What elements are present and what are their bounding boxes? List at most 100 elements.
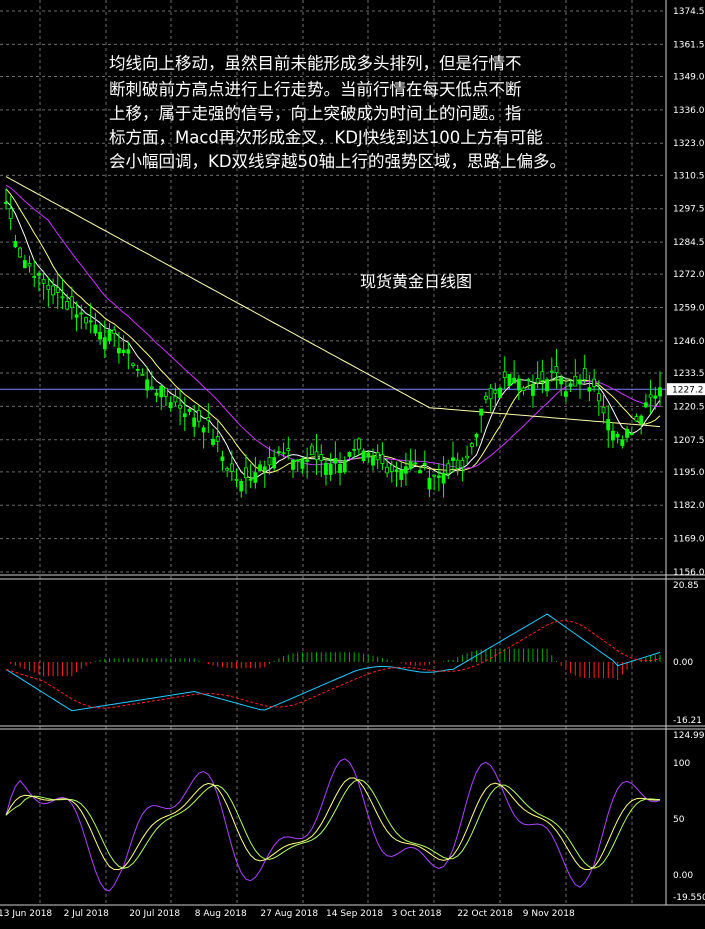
candle-body <box>512 377 517 384</box>
candle-body <box>545 379 549 392</box>
candle-body <box>389 464 394 472</box>
candle-body <box>413 462 418 465</box>
candle-body <box>248 478 253 481</box>
candle-body <box>225 468 230 471</box>
annotation-text: 均线向上移动，虽然目前未能形成多头排列，但是行情不 断刺破前方高点进行上行走势。… <box>109 54 566 171</box>
candle-body <box>286 448 291 452</box>
price-tick-label: 1297.5 <box>673 205 705 215</box>
candle-body <box>361 450 366 462</box>
candle-body <box>22 260 27 269</box>
candle-body <box>37 273 41 276</box>
candle-body <box>69 296 74 308</box>
candle-body <box>262 466 267 471</box>
candle-body <box>479 408 484 416</box>
candle-body <box>596 393 601 402</box>
annotation-line-1: 均线向上移动，虽然目前未能形成多头排列，但是行情不 <box>109 54 522 73</box>
candle-body <box>615 433 620 438</box>
candle-body <box>319 454 324 461</box>
price-tick-label: 1246.0 <box>673 337 705 347</box>
candle-body <box>192 417 197 427</box>
candle-body <box>568 383 573 387</box>
price-tick-label: 1233.5 <box>673 369 705 379</box>
date-tick-label: 13 Jun 2018 <box>0 909 52 919</box>
candle-body <box>314 451 319 461</box>
candle-body <box>446 463 451 475</box>
kdj-tick-label: -19.5509 <box>673 893 705 903</box>
candle-body <box>51 285 55 296</box>
candle-body <box>502 371 507 379</box>
price-tick-label: 1361.5 <box>673 40 705 50</box>
candle-body <box>65 301 70 310</box>
candle-body <box>507 373 512 387</box>
candle-body <box>102 337 107 350</box>
macd-tick-label: 20.85 <box>673 581 699 591</box>
candle-body <box>135 368 140 371</box>
date-tick-label: 22 Oct 2018 <box>457 909 513 919</box>
candle-body <box>578 379 582 385</box>
candle-body <box>521 387 526 392</box>
candle-body <box>474 433 479 438</box>
candle-body <box>154 392 159 396</box>
candle-body <box>258 464 262 472</box>
candle-body <box>244 467 248 479</box>
candle-body <box>399 469 404 480</box>
kdj-tick-label: 124.9914 <box>673 731 705 741</box>
candle-body <box>32 276 37 279</box>
candle-body <box>643 402 648 408</box>
candle-body <box>333 458 338 464</box>
candle-body <box>531 384 535 396</box>
candle-body <box>629 433 634 435</box>
candle-body <box>516 378 521 391</box>
candle-body <box>582 367 587 380</box>
candle-body <box>253 472 258 483</box>
candle-body <box>338 463 342 474</box>
date-tick-label: 9 Nov 2018 <box>523 909 575 919</box>
candle-body <box>436 475 441 478</box>
kdj-tick-label: 0.00 <box>673 871 693 881</box>
candle-body <box>451 457 455 461</box>
candle-body <box>140 373 145 376</box>
candle-body <box>206 417 211 421</box>
candle-body <box>324 462 328 475</box>
date-tick-label: 3 Oct 2018 <box>392 909 442 919</box>
candle-body <box>267 457 272 466</box>
candle-body <box>291 459 295 470</box>
annotation-line-3: 上移，属于走强的信号，向上突破成为时间上的问题。指 <box>109 104 522 123</box>
candle-body <box>653 395 658 399</box>
candle-body <box>18 247 23 258</box>
price-tick-label: 1195.0 <box>673 468 705 478</box>
candle-body <box>488 387 493 400</box>
candle-body <box>215 436 220 442</box>
candle-body <box>276 451 281 453</box>
price-tick-label: 1259.0 <box>673 304 705 314</box>
candle-body <box>549 370 554 373</box>
macd-tick-label: 0.00 <box>673 658 693 668</box>
price-tick-label: 1272.0 <box>673 270 705 280</box>
candle-body <box>93 324 98 334</box>
candle-body <box>394 469 399 472</box>
candle-body <box>625 428 629 438</box>
candle-body <box>131 363 135 366</box>
candle-body <box>342 460 347 473</box>
candle-body <box>239 480 244 492</box>
chart-title: 现货黄金日线图 <box>360 272 472 291</box>
candle-body <box>60 296 65 299</box>
price-tick-label: 1156.0 <box>673 568 705 578</box>
current-price-label: 1227.2 <box>672 386 704 396</box>
candle-body <box>587 387 592 392</box>
candle-body <box>295 459 300 462</box>
candle-body <box>117 347 121 354</box>
candle-body <box>634 416 639 422</box>
candle-body <box>168 402 173 409</box>
candle-body <box>159 385 164 398</box>
candle-body <box>98 331 103 340</box>
candle-body <box>441 473 446 484</box>
gold-daily-chart: 1374.5 1361.5 1349.0 1336.0 1323.0 1310.5 1297… <box>0 0 705 929</box>
candle-body <box>408 461 413 470</box>
candle-body <box>88 320 93 323</box>
candle-body <box>611 430 615 441</box>
candle-body <box>74 314 79 318</box>
candle-body <box>281 452 286 455</box>
candle-body <box>352 448 357 451</box>
candle-body <box>371 455 375 466</box>
